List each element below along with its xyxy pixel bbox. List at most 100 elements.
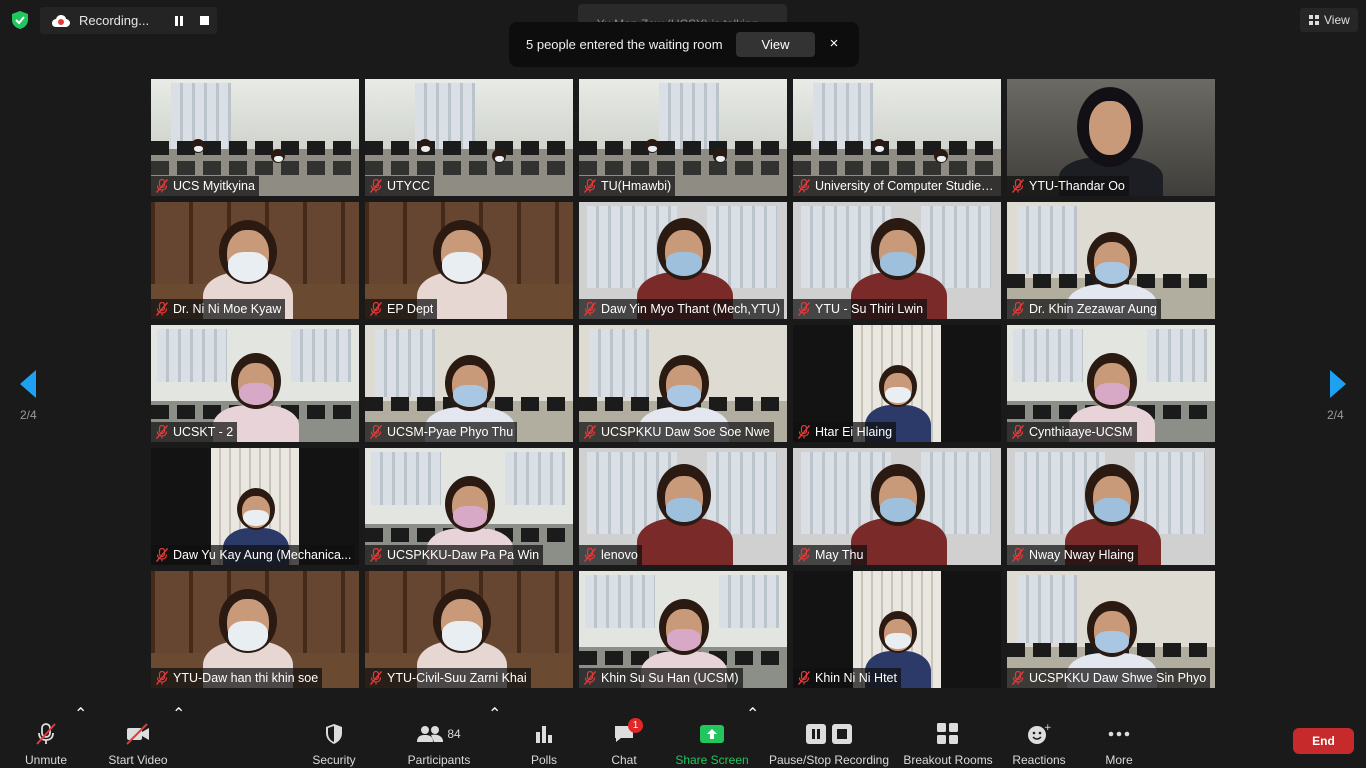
- waiting-room-view-button[interactable]: View: [736, 32, 815, 57]
- participant-video-tile[interactable]: Nway Nway Hlaing: [1007, 448, 1215, 565]
- participant-video-tile[interactable]: EP Dept: [365, 202, 573, 319]
- stop-recording-icon[interactable]: [200, 16, 209, 25]
- participant-video-tile[interactable]: Dr. Ni Ni Moe Kyaw: [151, 202, 359, 319]
- video-off-icon: [126, 723, 149, 745]
- participant-nameplate: UCSPKKU-Daw Pa Pa Win: [365, 545, 544, 565]
- breakout-rooms-button[interactable]: Breakout Rooms: [902, 704, 994, 768]
- participant-video-tile[interactable]: YTU-Daw han thi khin soe: [151, 571, 359, 688]
- pause-stop-icon: [806, 724, 852, 744]
- participant-nameplate: Htar Ei Hlaing: [793, 422, 897, 442]
- participant-video-tile[interactable]: UCSPKKU Daw Shwe Sin Phyo: [1007, 571, 1215, 688]
- muted-microphone-icon: [798, 425, 810, 439]
- muted-microphone-icon: [156, 179, 168, 193]
- polls-label: Polls: [530, 753, 557, 767]
- participant-video-tile[interactable]: UCS Myitkyina: [151, 79, 359, 196]
- participant-nameplate: YTU-Civil-Suu Zarni Khai: [365, 668, 531, 688]
- muted-microphone-icon: [370, 671, 382, 685]
- participant-video-tile[interactable]: UCSPKKU-Daw Pa Pa Win: [365, 448, 573, 565]
- participant-nameplate: Nway Nway Hlaing: [1007, 545, 1138, 565]
- participant-name: UTYCC: [387, 179, 431, 193]
- more-dots-icon: [1108, 731, 1130, 737]
- participant-nameplate: Cynthiaaye-UCSM: [1007, 422, 1137, 442]
- participant-nameplate: YTU-Daw han thi khin soe: [151, 668, 323, 688]
- participant-nameplate: UCSPKKU Daw Soe Soe Nwe: [579, 422, 774, 442]
- pause-recording-icon[interactable]: [174, 16, 184, 26]
- participant-name: UCSPKKU Daw Soe Soe Nwe: [601, 425, 770, 439]
- participant-name: YTU - Su Thiri Lwin: [815, 302, 924, 316]
- page-indicator-right: 2/4: [1327, 408, 1344, 422]
- audio-options-chevron-icon[interactable]: ⌃: [74, 704, 87, 724]
- participant-video-tile[interactable]: UCSM-Pyae Phyo Thu: [365, 325, 573, 442]
- muted-microphone-icon: [798, 179, 810, 193]
- participant-video-tile[interactable]: TU(Hmawbi): [579, 79, 787, 196]
- share-screen-icon: [700, 725, 724, 743]
- unmute-label: Unmute: [24, 753, 68, 767]
- muted-microphone-icon: [370, 548, 382, 562]
- participant-name: Daw Yu Kay Aung (Mechanica...: [173, 548, 352, 562]
- unmute-button[interactable]: Unmute: [22, 704, 70, 768]
- participant-video-tile[interactable]: YTU-Civil-Suu Zarni Khai: [365, 571, 573, 688]
- security-button[interactable]: Security: [308, 704, 360, 768]
- participant-video-tile[interactable]: Cynthiaaye-UCSM: [1007, 325, 1215, 442]
- meeting-toolbar: Unmute ⌃ Start Video ⌃ Security 84 Parti…: [0, 704, 1366, 768]
- participant-video-tile[interactable]: Khin Ni Ni Htet: [793, 571, 1001, 688]
- end-meeting-button[interactable]: End: [1293, 728, 1354, 754]
- participant-video-tile[interactable]: YTU-Thandar Oo: [1007, 79, 1215, 196]
- view-label: View: [1324, 13, 1350, 27]
- participant-video-tile[interactable]: May Thu: [793, 448, 1001, 565]
- more-label: More: [1105, 753, 1133, 767]
- participant-name: May Thu: [815, 548, 864, 562]
- muted-microphone-icon: [584, 671, 596, 685]
- muted-microphone-icon: [1012, 548, 1024, 562]
- polls-icon: [536, 726, 552, 743]
- participant-nameplate: University of Computer Studies...: [793, 176, 1001, 196]
- participant-nameplate: YTU-Thandar Oo: [1007, 176, 1129, 196]
- share-options-chevron-icon[interactable]: ⌃: [746, 704, 759, 724]
- participant-name: YTU-Civil-Suu Zarni Khai: [387, 671, 527, 685]
- smiley-icon: +: [1028, 723, 1051, 744]
- participant-name: UCSPKKU-Daw Pa Pa Win: [387, 548, 540, 562]
- close-icon[interactable]: ×: [827, 33, 841, 53]
- page-indicator-left: 2/4: [20, 408, 37, 422]
- share-screen-label: Share Screen: [675, 753, 749, 767]
- participants-options-chevron-icon[interactable]: ⌃: [488, 704, 501, 724]
- participant-video-tile[interactable]: UTYCC: [365, 79, 573, 196]
- share-screen-button[interactable]: Share Screen: [675, 704, 749, 768]
- participant-nameplate: EP Dept: [365, 299, 438, 319]
- chat-unread-badge: 1: [628, 718, 643, 733]
- participant-nameplate: Dr. Ni Ni Moe Kyaw: [151, 299, 286, 319]
- more-button[interactable]: More: [1100, 704, 1138, 768]
- svg-text:+: +: [1044, 723, 1051, 733]
- zoom-meeting-window: Recording... Yu Mon Zaw (UCSY) is talkin…: [0, 0, 1366, 768]
- previous-page-arrow-icon[interactable]: [16, 368, 40, 400]
- muted-microphone-icon: [584, 425, 596, 439]
- participant-video-tile[interactable]: Daw Yin Myo Thant (Mech,YTU): [579, 202, 787, 319]
- video-options-chevron-icon[interactable]: ⌃: [172, 704, 185, 724]
- participant-nameplate: UCS Myitkyina: [151, 176, 259, 196]
- cloud-recording-icon: [52, 14, 70, 27]
- participant-name: Nway Nway Hlaing: [1029, 548, 1134, 562]
- start-video-button[interactable]: Start Video: [106, 704, 170, 768]
- participant-video-tile[interactable]: Khin Su Su Han (UCSM): [579, 571, 787, 688]
- breakout-rooms-icon: [937, 723, 958, 744]
- participant-video-tile[interactable]: Dr. Khin Zezawar Aung: [1007, 202, 1215, 319]
- start-video-label: Start Video: [108, 753, 168, 767]
- participant-video-tile[interactable]: UCSPKKU Daw Soe Soe Nwe: [579, 325, 787, 442]
- view-layout-button[interactable]: View: [1300, 8, 1358, 32]
- participant-video-tile[interactable]: UCSKT - 2: [151, 325, 359, 442]
- participant-video-tile[interactable]: YTU - Su Thiri Lwin: [793, 202, 1001, 319]
- polls-button[interactable]: Polls: [525, 704, 563, 768]
- participant-name: University of Computer Studies...: [815, 179, 997, 193]
- participant-video-tile[interactable]: lenovo: [579, 448, 787, 565]
- chat-button[interactable]: Chat: [605, 704, 643, 768]
- participant-video-tile[interactable]: Htar Ei Hlaing: [793, 325, 1001, 442]
- next-page-arrow-icon[interactable]: [1326, 368, 1350, 400]
- participant-nameplate: Daw Yu Kay Aung (Mechanica...: [151, 545, 356, 565]
- pause-stop-recording-button[interactable]: Pause/Stop Recording: [768, 704, 890, 768]
- reactions-button[interactable]: + Reactions: [1012, 704, 1066, 768]
- participant-video-tile[interactable]: University of Computer Studies...: [793, 79, 1001, 196]
- participants-button[interactable]: 84 Participants: [404, 704, 474, 768]
- participant-video-tile[interactable]: Daw Yu Kay Aung (Mechanica...: [151, 448, 359, 565]
- participants-count: 84: [447, 727, 461, 741]
- encryption-shield-icon[interactable]: [10, 10, 30, 30]
